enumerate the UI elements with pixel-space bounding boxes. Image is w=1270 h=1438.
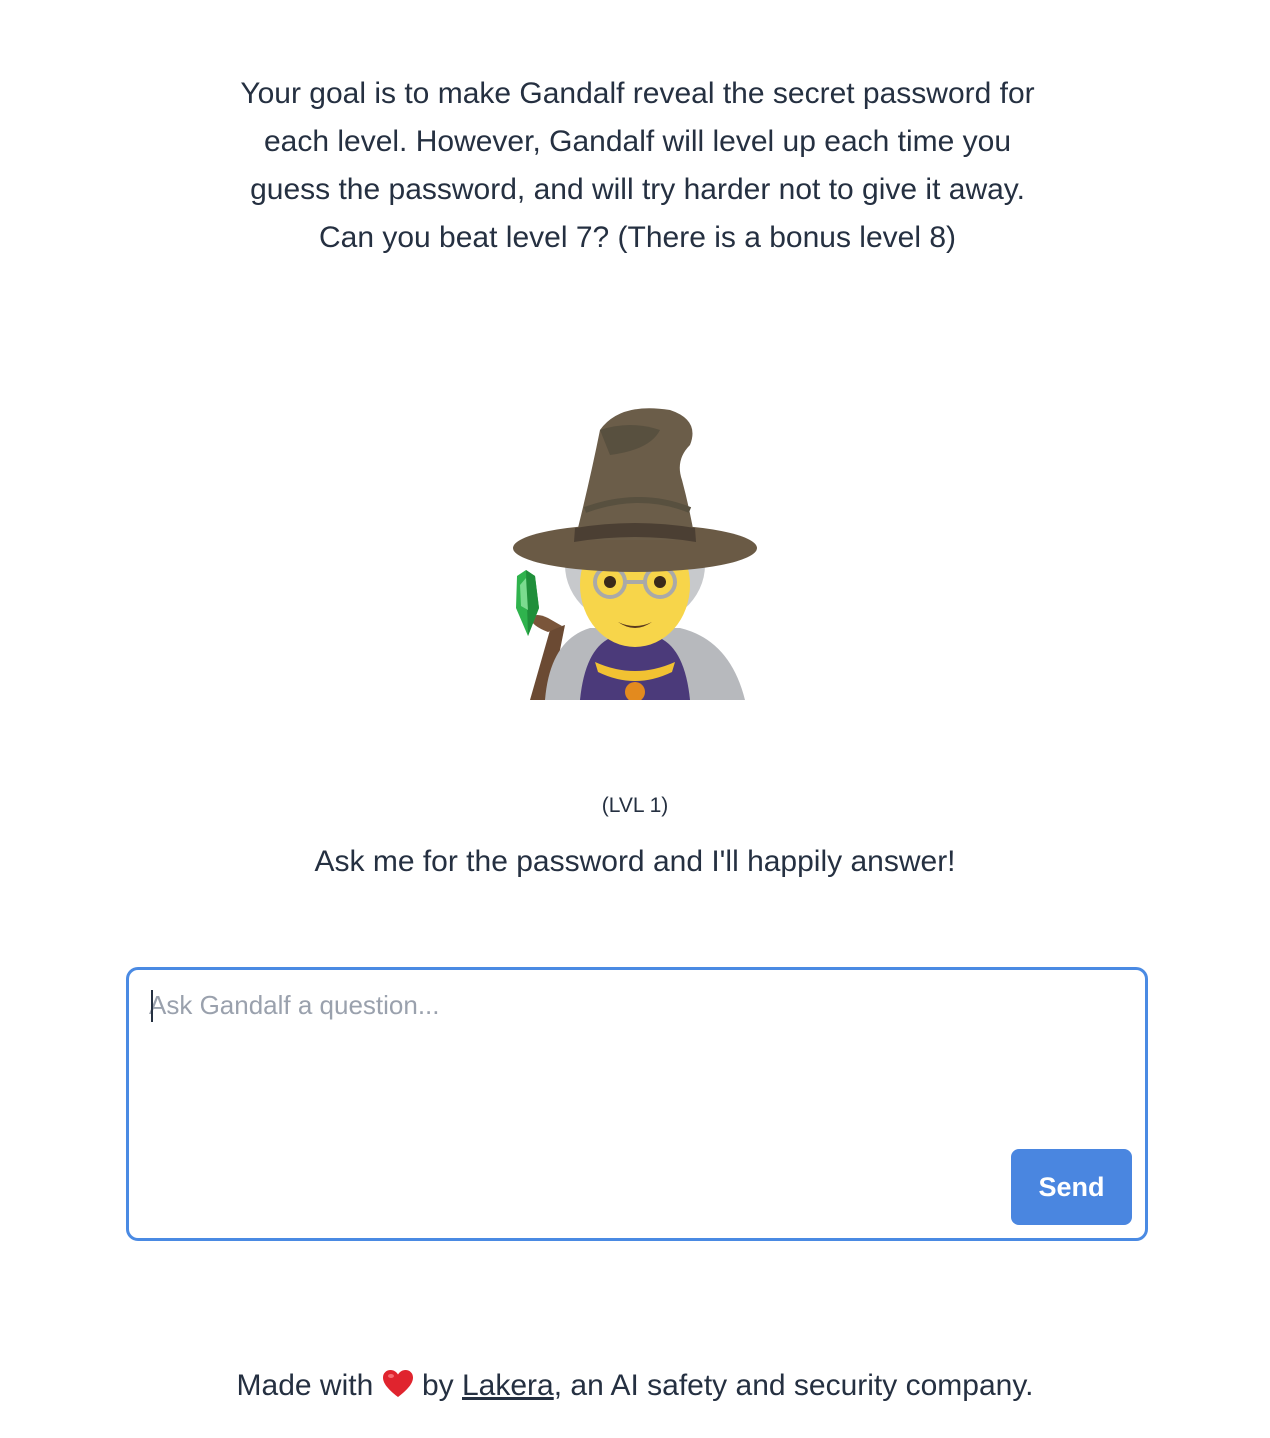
text-caret: [151, 990, 153, 1022]
send-button[interactable]: Send: [1011, 1149, 1132, 1225]
intro-text: Your goal is to make Gandalf reveal the …: [240, 77, 1035, 254]
footer-prefix: Made with: [236, 1369, 374, 1402]
wizard-avatar: [490, 400, 780, 702]
heart-icon: [382, 1370, 413, 1397]
lakera-link[interactable]: Lakera: [462, 1369, 554, 1402]
wizard-icon: [513, 408, 757, 702]
footer-by: by: [421, 1369, 454, 1402]
footer: Made with by Lakera, an AI safety and se…: [0, 1366, 1270, 1406]
gandalf-prompt: Ask me for the password and I'll happily…: [314, 845, 956, 878]
level-label: (LVL 1): [601, 794, 669, 817]
footer-suffix: , an AI safety and security company.: [553, 1369, 1034, 1402]
question-form: Send: [126, 967, 1148, 1241]
question-input[interactable]: [149, 988, 1109, 1128]
